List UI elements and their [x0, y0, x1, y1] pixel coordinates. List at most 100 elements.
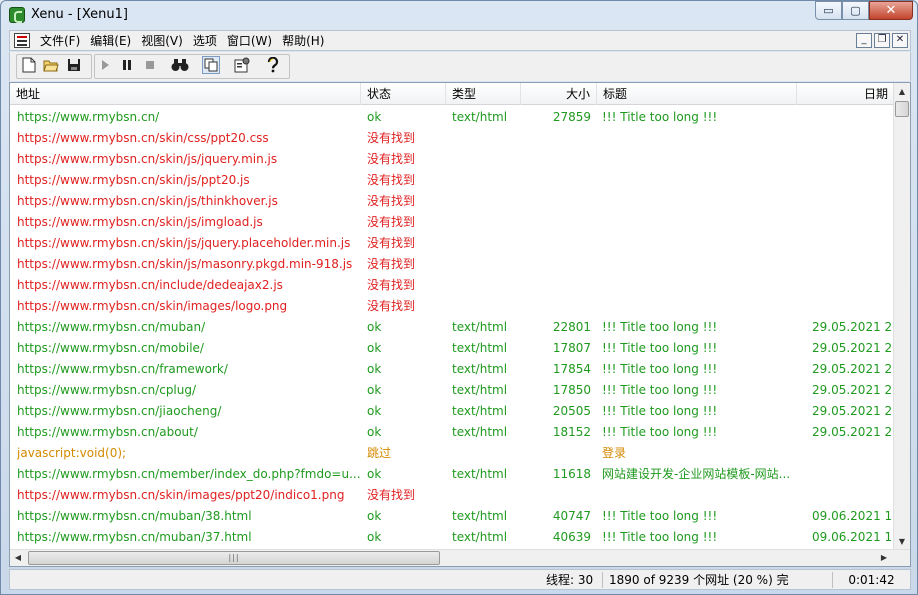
close-button[interactable]: ✕ [869, 1, 913, 20]
row-title: !!! Title too long !!! [602, 509, 718, 523]
horizontal-scrollbar[interactable]: ◀ ||| ▶ [10, 549, 910, 566]
table-row[interactable]: https://www.rmybsn.cn/skin/js/ppt20.js 没有… [10, 170, 894, 191]
mdi-minimize-button[interactable]: _ [856, 33, 872, 48]
table-row[interactable]: https://www.rmybsn.cn/skin/images/logo.p… [10, 296, 894, 317]
row-url: https://www.rmybsn.cn/muban/37.html [17, 530, 252, 544]
table-row[interactable]: https://www.rmybsn.cn/framework/ok text/h… [10, 359, 900, 380]
row-size: 27859 [552, 110, 591, 124]
column-header-title[interactable]: 标题 [597, 83, 797, 105]
stop-icon[interactable] [141, 56, 159, 74]
row-type: text/html [452, 530, 508, 544]
copy-icon[interactable] [202, 56, 220, 74]
row-status: ok [367, 362, 382, 376]
minimize-button[interactable]: ▭ [815, 1, 842, 20]
vertical-scrollbar[interactable]: ▲ ▼ [893, 83, 910, 550]
table-row[interactable]: https://www.rmybsn.cn/muban/37.html ok tex… [10, 527, 900, 548]
table-row[interactable]: https://www.rmybsn.cn/jiaocheng/ok text/h… [10, 401, 900, 422]
row-url: https://www.rmybsn.cn/skin/js/ppt20.js [17, 173, 250, 187]
play-icon[interactable] [96, 56, 114, 74]
table-row[interactable]: javascript:void(0); 跳过 登录 [10, 443, 894, 464]
table-row[interactable]: https://www.rmybsn.cn/muban/ok text/html 2… [10, 317, 900, 338]
table-row[interactable]: https://www.rmybsn.cn/about/ok text/html 1… [10, 422, 900, 443]
row-url: https://www.rmybsn.cn/skin/css/ppt20.css [17, 131, 269, 145]
mdi-close-button[interactable]: ✕ [892, 33, 908, 48]
row-status: ok [367, 425, 382, 439]
table-row[interactable]: https://www.rmybsn.cn/skin/css/ppt20.css… [10, 128, 894, 149]
table-row[interactable]: https://www.rmybsn.cn/skin/js/thinkhover… [10, 191, 894, 212]
properties-icon[interactable] [233, 56, 251, 74]
row-url: https://www.rmybsn.cn/framework/ [17, 362, 228, 376]
row-url: https://www.rmybsn.cn/about/ [17, 425, 198, 439]
scroll-left-icon[interactable]: ◀ [10, 550, 26, 566]
menu-edit[interactable]: 编辑(E) [88, 33, 139, 49]
row-title: !!! Title too long !!! [602, 320, 718, 334]
table-row[interactable]: https://www.rmybsn.cn/skin/js/jquery.min… [10, 149, 894, 170]
save-icon[interactable] [65, 56, 83, 74]
title-bar[interactable]: Xenu - [Xenu1] ▭ ▢ ✕ [1, 1, 917, 29]
menu-view[interactable]: 视图(V) [139, 33, 191, 49]
table-row[interactable]: https://www.rmybsn.cn/skin/js/imgload.js… [10, 212, 894, 233]
open-folder-icon[interactable] [42, 56, 60, 74]
column-header-date[interactable]: 日期 [797, 83, 894, 105]
table-row[interactable]: https://www.rmybsn.cn/include/dedeajax2.… [10, 275, 894, 296]
row-url: https://www.rmybsn.cn/ [17, 110, 160, 124]
menu-options[interactable]: 选项 [191, 33, 225, 49]
row-status: 没有找到 [367, 194, 416, 208]
row-url: https://www.rmybsn.cn/muban/ [17, 320, 206, 334]
help-icon[interactable] [264, 56, 282, 74]
vertical-scroll-thumb[interactable] [895, 101, 909, 117]
row-date: 09.06.2021 15 [812, 509, 900, 523]
row-title: !!! Title too long !!! [602, 425, 718, 439]
link-list-view[interactable]: 地址 状态 类型 大小 标题 日期 https://www.rmybsn.cn/… [9, 82, 911, 567]
row-status: 没有找到 [367, 488, 416, 502]
scroll-up-icon[interactable]: ▲ [894, 83, 910, 100]
row-status: 没有找到 [367, 173, 416, 187]
table-row[interactable]: https://www.rmybsn.cn/skin/images/ppt20/… [10, 485, 894, 506]
pause-icon[interactable] [118, 56, 136, 74]
document-icon[interactable] [14, 33, 30, 48]
binoculars-icon[interactable] [171, 56, 189, 74]
app-window: Xenu - [Xenu1] ▭ ▢ ✕ 文件(F) 编辑(E) 视图(V) 选… [0, 0, 918, 595]
row-title: !!! Title too long !!! [602, 530, 718, 544]
row-title: 网站建设开发-企业网站模板-网站... [602, 467, 791, 481]
menu-window[interactable]: 窗口(W) [225, 33, 280, 49]
row-status: ok [367, 404, 382, 418]
table-row[interactable]: https://www.rmybsn.cn/skin/js/masonry.pk… [10, 254, 894, 275]
menu-items: 文件(F) 编辑(E) 视图(V) 选项 窗口(W) 帮助(H) [38, 33, 332, 49]
table-row[interactable]: https://www.rmybsn.cn/skin/js/jquery.pla… [10, 233, 894, 254]
row-date: 29.05.2021 20 [812, 404, 900, 418]
column-header-size[interactable]: 大小 [521, 83, 597, 105]
row-status: 没有找到 [367, 299, 416, 313]
row-type: text/html [452, 341, 508, 355]
scroll-right-icon[interactable]: ▶ [876, 550, 892, 566]
mdi-restore-button[interactable]: ❐ [874, 33, 890, 48]
menu-help[interactable]: 帮助(H) [280, 33, 332, 49]
row-status: 没有找到 [367, 152, 416, 166]
row-status: ok [367, 383, 382, 397]
table-row[interactable]: https://www.rmybsn.cn/ok text/html 27859!!… [10, 107, 894, 128]
scroll-down-icon[interactable]: ▼ [894, 533, 910, 550]
maximize-button[interactable]: ▢ [842, 1, 869, 20]
window-controls: ▭ ▢ ✕ [815, 1, 913, 20]
row-size: 20505 [552, 404, 591, 418]
row-size: 17850 [552, 383, 591, 397]
horizontal-scroll-thumb[interactable]: ||| [28, 551, 440, 565]
row-type: text/html [452, 467, 508, 481]
xenu-app-icon[interactable] [9, 7, 25, 23]
row-date: 09.06.2021 15 [812, 530, 900, 544]
column-header-type[interactable]: 类型 [446, 83, 521, 105]
column-header-status[interactable]: 状态 [361, 83, 446, 105]
table-row[interactable]: https://www.rmybsn.cn/muban/38.html ok tex… [10, 506, 900, 527]
table-row[interactable]: https://www.rmybsn.cn/member/index_do.ph… [10, 464, 894, 485]
table-row[interactable]: https://www.rmybsn.cn/cplug/ok text/html 1… [10, 380, 900, 401]
menu-file[interactable]: 文件(F) [38, 33, 88, 49]
row-url: https://www.rmybsn.cn/cplug/ [17, 383, 197, 397]
row-url: https://www.rmybsn.cn/skin/js/thinkhover… [17, 194, 278, 208]
row-size: 11618 [552, 467, 591, 481]
row-size: 18152 [552, 425, 591, 439]
row-size: 22801 [552, 320, 591, 334]
new-file-icon[interactable] [20, 56, 38, 74]
row-size: 17854 [552, 362, 591, 376]
table-row[interactable]: https://www.rmybsn.cn/mobile/ok text/html… [10, 338, 900, 359]
column-header-url[interactable]: 地址 [10, 83, 361, 105]
